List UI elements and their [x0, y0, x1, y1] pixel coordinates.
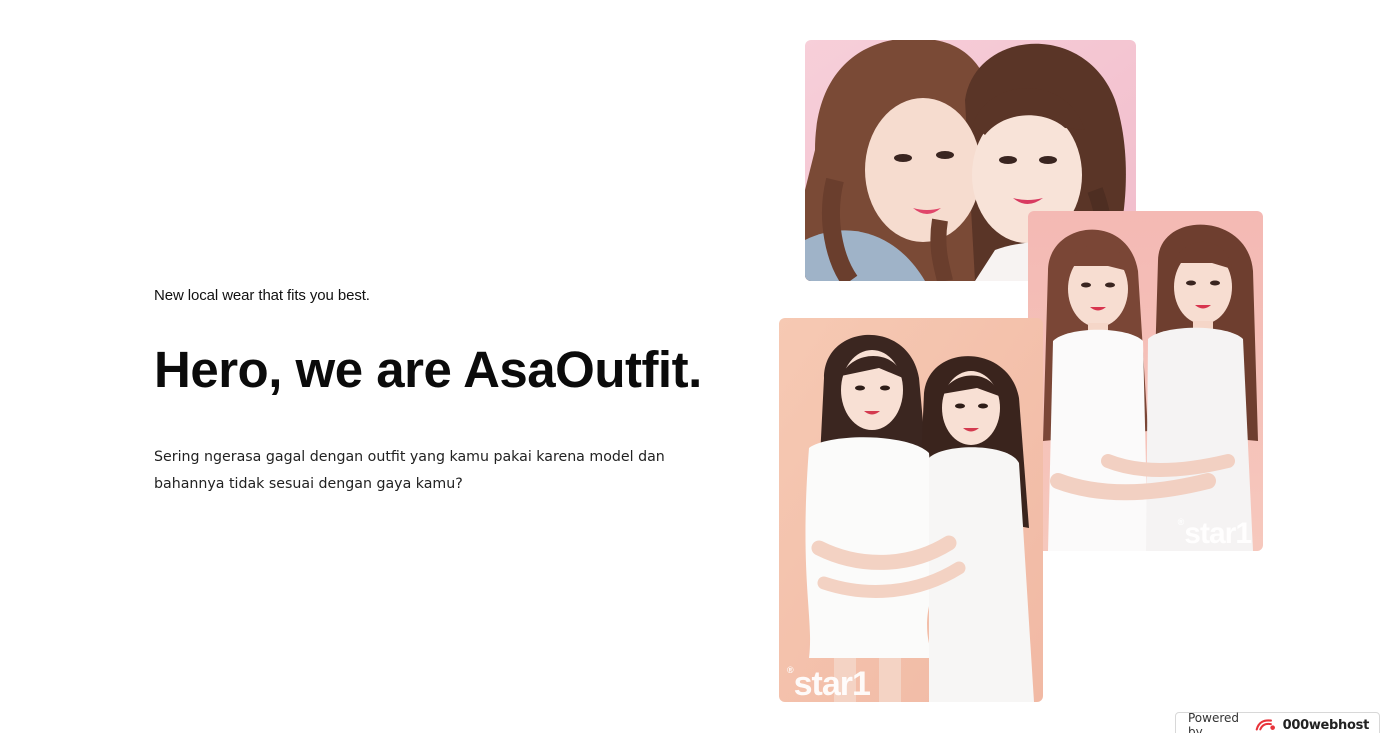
hero-tagline: New local wear that fits you best. [154, 287, 370, 304]
hero-section: New local wear that fits you best. Hero,… [154, 286, 734, 498]
powered-by-label: Powered by [1188, 711, 1240, 733]
star1-watermark: ®star1 [787, 665, 871, 702]
star1-watermark: ®star1 [1177, 517, 1252, 550]
two-girls-white-dresses-image [1028, 211, 1263, 551]
gallery-photo-white-dresses: ®star1 [1028, 211, 1263, 551]
hero-headline: Hero, we are AsaOutfit. [154, 341, 702, 398]
page: New local wear that fits you best. Hero,… [0, 0, 1398, 733]
two-girls-white-outfits-image [779, 318, 1043, 702]
gallery-photo-white-outfits: ®star1 [779, 318, 1043, 702]
powered-by-badge[interactable]: Powered by 000webhost [1175, 711, 1380, 733]
000webhost-logo-icon [1256, 719, 1276, 731]
000webhost-brand: 000webhost [1282, 717, 1370, 733]
hero-description: Sering ngerasa gagal dengan outfit yang … [154, 449, 665, 492]
